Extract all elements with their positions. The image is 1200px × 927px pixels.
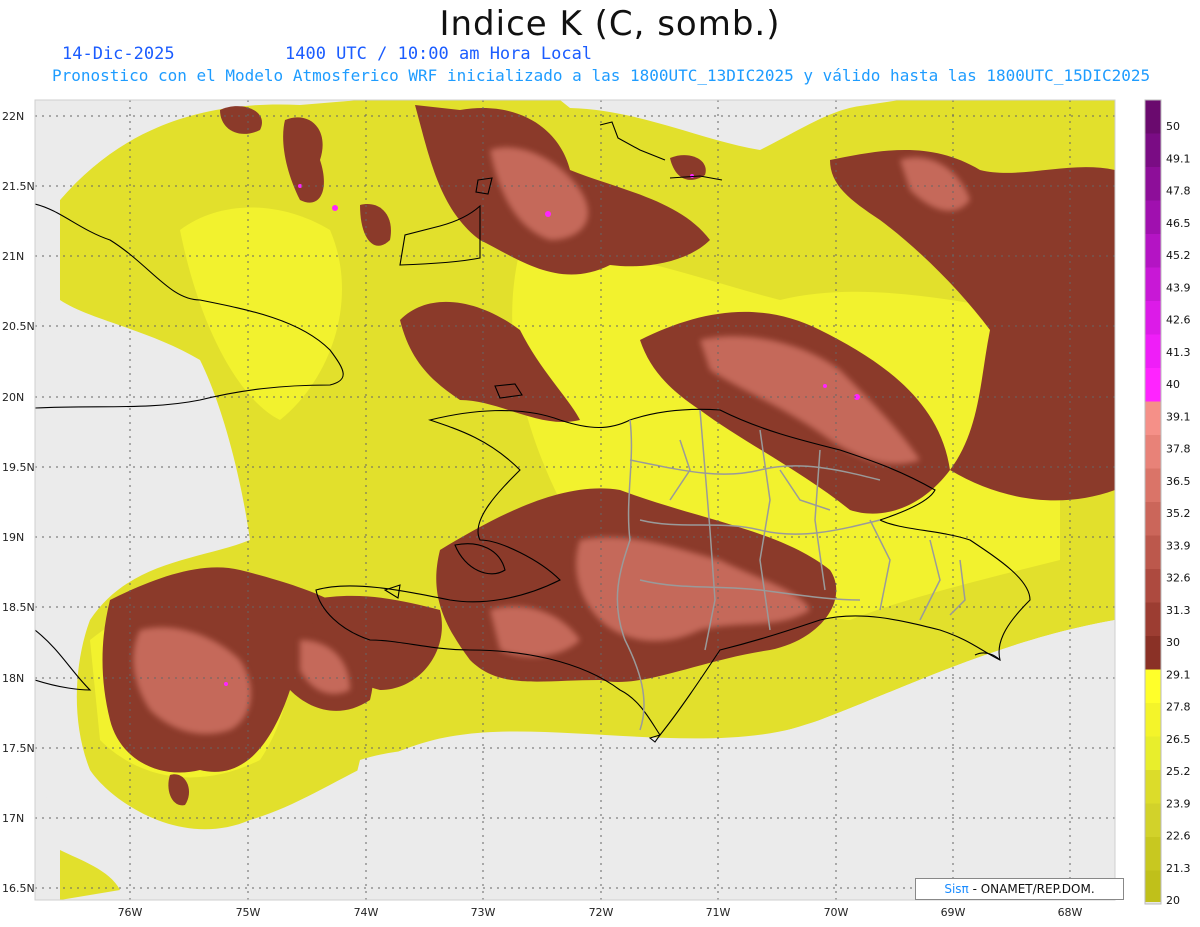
lon-label: 72W	[589, 906, 614, 919]
colorbar-label: 20	[1166, 894, 1180, 907]
colorbar-swatch	[1145, 837, 1161, 871]
colorbar-swatch	[1145, 636, 1161, 670]
colorbar-label: 27.8	[1166, 701, 1191, 714]
colorbar-swatch	[1145, 167, 1161, 201]
lat-label: 17.5N	[2, 742, 35, 755]
colorbar-label: 35.2	[1166, 507, 1191, 520]
lat-label: 20.5N	[2, 320, 35, 333]
lon-label: 68W	[1058, 906, 1083, 919]
map-canvas: 22N 21.5N 21N 20.5N 20N 19.5N 19N 18.5N …	[2, 99, 1191, 919]
colorbar-swatch	[1145, 267, 1161, 302]
lat-label: 21.5N	[2, 180, 35, 193]
colorbar-swatch	[1145, 435, 1161, 469]
colorbar-swatch	[1145, 669, 1161, 704]
colorbar-label: 25.2	[1166, 765, 1191, 778]
latitude-labels: 22N 21.5N 21N 20.5N 20N 19.5N 19N 18.5N …	[2, 110, 35, 895]
colorbar-swatch	[1145, 234, 1161, 268]
lon-label: 75W	[236, 906, 261, 919]
colorbar-swatch	[1145, 703, 1161, 737]
credit-text: - ONAMET/REP.DOM.	[968, 882, 1095, 896]
lat-label: 19N	[2, 531, 24, 544]
colorbar-swatch	[1145, 502, 1161, 536]
lon-label: 71W	[706, 906, 731, 919]
colorbar-swatch	[1145, 401, 1161, 436]
colorbar-label: 43.9	[1166, 281, 1191, 294]
colorbar-swatch	[1145, 803, 1161, 838]
credit-box: Sisπ - ONAMET/REP.DOM.	[915, 878, 1124, 900]
colorbar-label: 26.5	[1166, 733, 1191, 746]
lat-label: 18N	[2, 672, 24, 685]
colorbar-swatch	[1145, 301, 1161, 335]
lat-label: 18.5N	[2, 601, 35, 614]
colorbar-label: 33.9	[1166, 539, 1191, 552]
colorbar-swatch	[1145, 770, 1161, 804]
colorbar-label: 32.6	[1166, 572, 1191, 585]
lon-label: 74W	[354, 906, 379, 919]
colorbar-swatch	[1145, 602, 1161, 637]
colorbar-swatch	[1145, 736, 1161, 771]
colorbar-swatch	[1145, 569, 1161, 603]
colorbar-label: 29.1	[1166, 668, 1191, 681]
lat-label: 22N	[2, 110, 24, 123]
colorbar-swatch	[1145, 100, 1161, 134]
colorbar-swatch	[1145, 200, 1161, 235]
colorbar-label: 42.6	[1166, 314, 1191, 327]
colorbar-label: 46.5	[1166, 217, 1191, 230]
colorbar-label: 39.1	[1166, 410, 1191, 423]
lat-label: 19.5N	[2, 461, 35, 474]
colorbar-label: 47.8	[1166, 185, 1191, 198]
colorbar-label: 45.2	[1166, 249, 1191, 262]
colorbar-swatch	[1145, 535, 1161, 570]
brand-label: Sisπ	[944, 882, 969, 896]
longitude-labels: 76W 75W 74W 73W 72W 71W 70W 69W 68W	[118, 906, 1083, 919]
colorbar-label: 21.3	[1166, 862, 1191, 875]
lat-label: 21N	[2, 250, 24, 263]
lat-label: 17N	[2, 812, 24, 825]
lat-label: 20N	[2, 391, 24, 404]
colorbar-label: 22.6	[1166, 830, 1191, 843]
colorbar-label: 30	[1166, 636, 1180, 649]
colorbar-swatch	[1145, 133, 1161, 168]
colorbar-swatch	[1145, 368, 1161, 402]
lat-label: 16.5N	[2, 882, 35, 895]
colorbar-label: 23.9	[1166, 797, 1191, 810]
colorbar-label: 41.3	[1166, 346, 1191, 359]
colorbar-swatch	[1145, 334, 1161, 369]
colorbar-label: 49.1	[1166, 152, 1191, 165]
colorbar-label: 50	[1166, 120, 1180, 133]
lon-label: 69W	[941, 906, 966, 919]
lon-label: 70W	[824, 906, 849, 919]
lon-label: 73W	[471, 906, 496, 919]
colorbar-label: 40	[1166, 378, 1180, 391]
colorbar-label: 36.5	[1166, 475, 1191, 488]
colorbar-swatch	[1145, 870, 1161, 905]
colorbar-label: 31.3	[1166, 604, 1191, 617]
colorbar: 50 49.1 47.8 46.5 45.2 43.9 42.6 41.3 40 39.1 37.8…	[1144, 99, 1191, 907]
lon-label: 76W	[118, 906, 143, 919]
colorbar-swatch	[1145, 468, 1161, 503]
colorbar-label: 37.8	[1166, 443, 1191, 456]
